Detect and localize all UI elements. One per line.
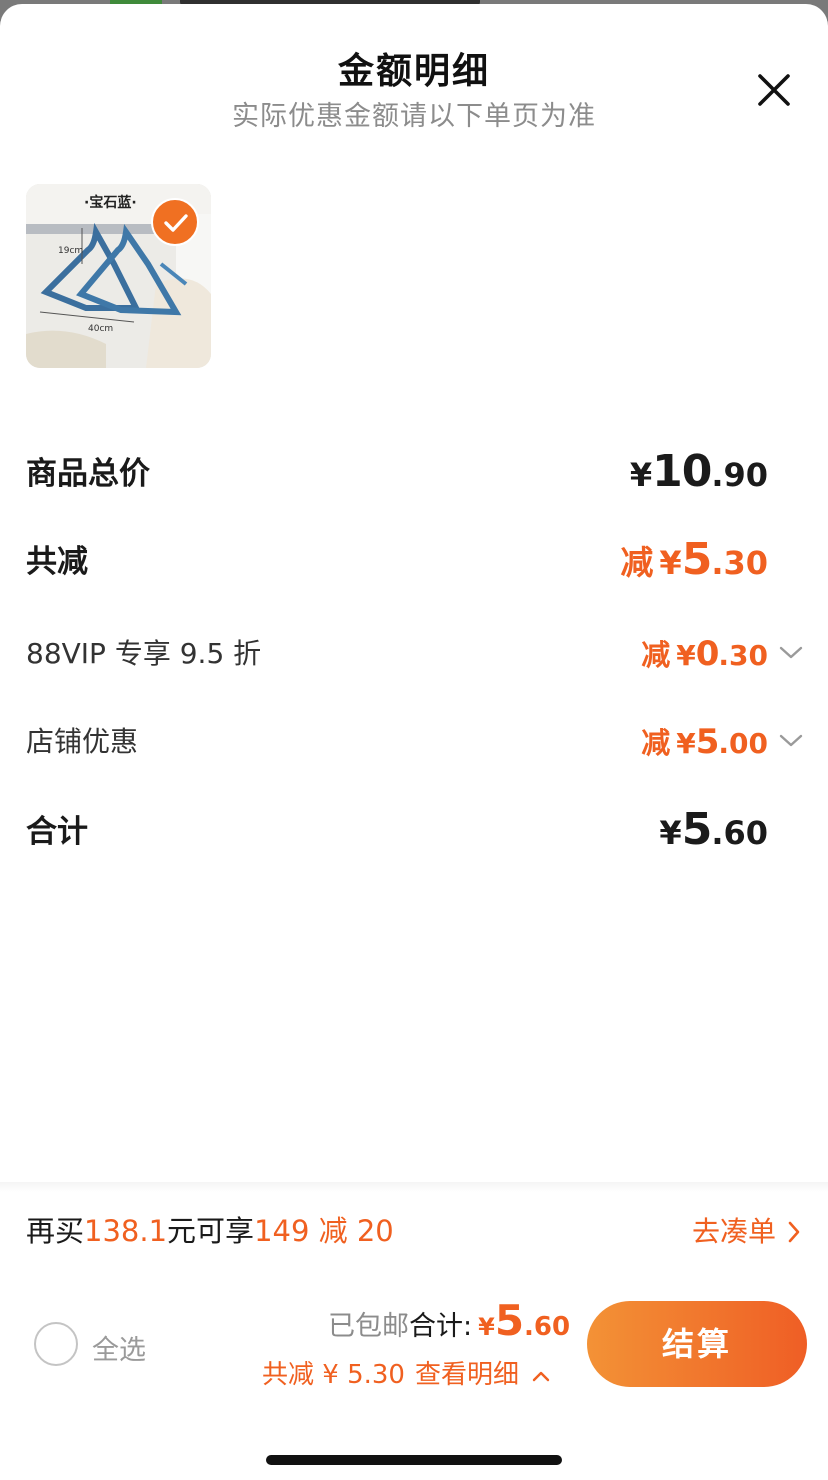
chevron-up-icon	[533, 1371, 550, 1381]
selected-check[interactable]	[151, 198, 199, 246]
sheet-subtitle: 实际优惠金额请以下单页为准	[232, 101, 596, 132]
chevron-down-icon[interactable]	[778, 732, 804, 750]
sheet-header: 金额明细 实际优惠金额请以下单页为准	[0, 4, 828, 144]
variant-label: ·宝石蓝·	[84, 195, 137, 211]
vip-discount-row[interactable]: 88VIP 专享 9.5 折 减 ¥0.30	[0, 632, 828, 692]
footer-total-label: 合计:	[409, 1311, 473, 1342]
vip-discount-label: 88VIP 专享 9.5 折	[26, 637, 262, 670]
footer-divider	[0, 1182, 828, 1192]
chevron-right-icon[interactable]	[786, 1220, 802, 1244]
view-details-link[interactable]: 共减 ¥ 5.30 查看明细	[262, 1354, 551, 1391]
add-items-link[interactable]: 去凑单	[692, 1210, 776, 1250]
checkout-button[interactable]: 结算	[587, 1301, 807, 1387]
select-all-label[interactable]: 全选	[92, 1328, 146, 1367]
discount-total-row: 共减 减 ¥5.30	[0, 534, 828, 596]
discount-total-value: 减 ¥5.30	[620, 534, 768, 585]
footer-total: 已包邮合计: ¥5.60	[328, 1296, 571, 1345]
goods-total-row: 商品总价 ¥10.90	[0, 446, 828, 508]
promo-text: 再买138.1元可享149 减 20	[26, 1214, 394, 1248]
shipping-note: 已包邮	[328, 1311, 409, 1342]
vip-discount-value: 减 ¥0.30	[641, 634, 768, 674]
detail-link-label: 查看明细	[414, 1360, 519, 1390]
goods-total-value: ¥10.90	[629, 446, 768, 497]
dimension-width: 40cm	[88, 324, 114, 334]
shop-discount-value: 减 ¥5.00	[641, 722, 768, 762]
close-icon[interactable]	[752, 68, 796, 112]
sheet-title: 金额明细	[337, 51, 490, 92]
total-label: 合计	[26, 814, 88, 850]
discount-total-label: 共减	[26, 544, 88, 580]
home-indicator	[266, 1455, 562, 1465]
total-row: 合计 ¥5.60	[0, 804, 828, 866]
chevron-down-icon[interactable]	[778, 644, 804, 662]
check-icon	[164, 214, 188, 232]
saved-amount: 共减 ¥ 5.30	[262, 1360, 405, 1390]
dimension-height: 19cm	[58, 246, 84, 256]
goods-total-label: 商品总价	[26, 456, 150, 492]
shop-discount-row[interactable]: 店铺优惠 减 ¥5.00	[0, 720, 828, 780]
shop-discount-label: 店铺优惠	[26, 725, 139, 758]
amount-detail-sheet: 金额明细 实际优惠金额请以下单页为准 ·宝石蓝· 19cm 40cm 商品总价	[0, 4, 828, 1480]
select-all-checkbox[interactable]	[34, 1322, 78, 1366]
total-value: ¥5.60	[659, 804, 768, 855]
